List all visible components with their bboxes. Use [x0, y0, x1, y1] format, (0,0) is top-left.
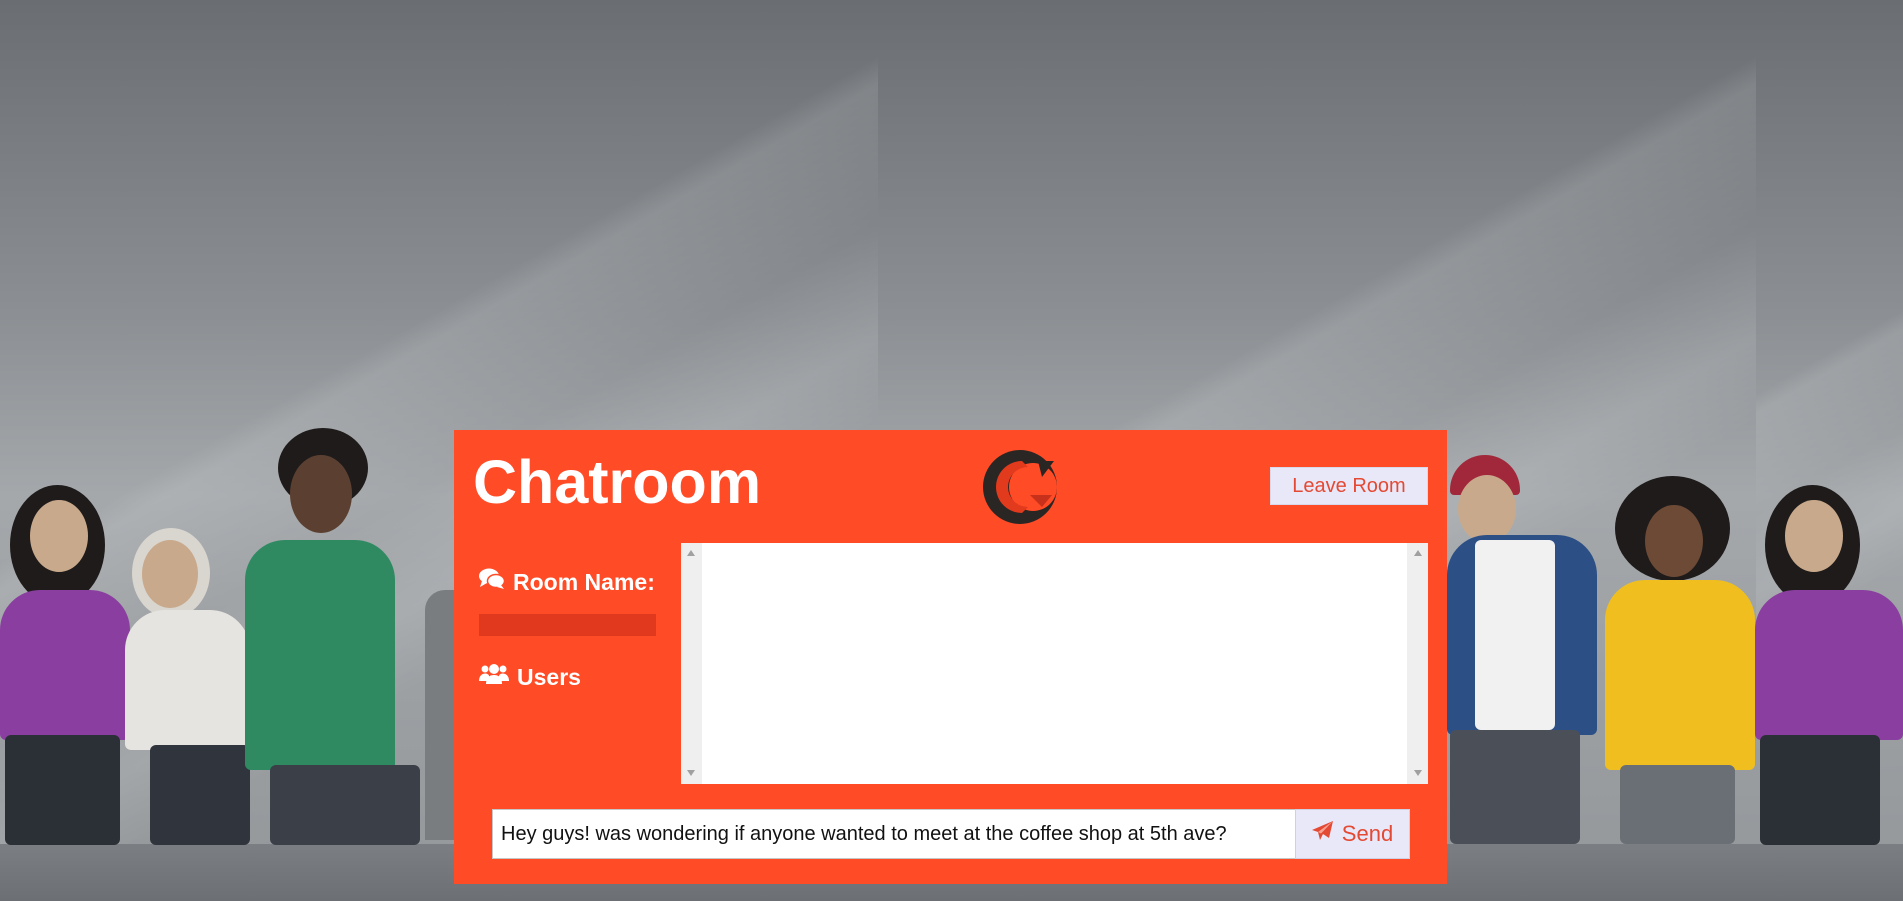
room-name-value [479, 614, 656, 636]
scroll-up-icon[interactable] [687, 550, 695, 556]
room-name-heading: Room Name: [479, 568, 655, 596]
message-list[interactable] [681, 543, 1428, 784]
users-icon [479, 663, 509, 691]
scroll-up-icon[interactable] [1414, 550, 1422, 556]
chatroom-c-logo-icon [982, 447, 1062, 527]
chat-window: Chatroom Leave Room Room Name: Users Hey… [454, 430, 1447, 884]
paper-plane-icon [1311, 821, 1334, 847]
users-heading: Users [479, 663, 581, 691]
scroll-down-icon[interactable] [1414, 770, 1422, 776]
message-input[interactable] [492, 809, 1296, 859]
page-title: Chatroom [473, 448, 762, 516]
room-name-label: Room Name: [513, 568, 655, 595]
leave-room-button[interactable]: Leave Room [1270, 467, 1428, 505]
comments-icon [479, 568, 506, 596]
send-button[interactable]: Send [1295, 809, 1410, 859]
scroll-down-icon[interactable] [687, 770, 695, 776]
users-label: Users [517, 663, 581, 690]
send-label: Send [1341, 821, 1394, 846]
